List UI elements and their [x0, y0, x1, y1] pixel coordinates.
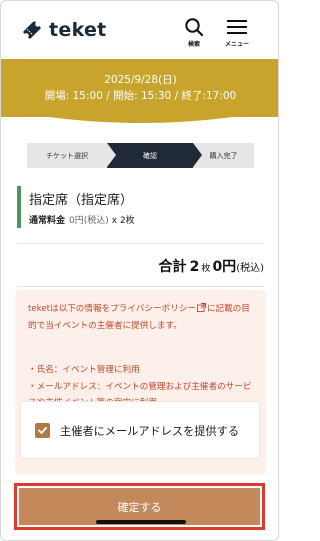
total-count-unit: 枚	[201, 264, 211, 274]
total-count: 2	[189, 259, 200, 275]
checkmark-icon	[38, 427, 47, 434]
divider	[17, 243, 264, 244]
total-label: 合計	[158, 259, 187, 275]
unit-price: 0円(税込)	[69, 216, 109, 226]
privacy-notice-text: teketは以下の情報をプライバシーポリシー に記載の目的で当イベントの主催者に提…	[28, 301, 256, 334]
order-total: 合計 2 枚 0円(税込)	[158, 256, 264, 276]
ticket-logo-icon	[23, 21, 41, 39]
search-label: 検索	[187, 41, 200, 48]
ticket-quantity: x 2枚	[111, 216, 135, 226]
total-amount: 0円	[212, 259, 237, 275]
teket-logo[interactable]: teket	[21, 19, 107, 41]
step-complete: 購入完了	[193, 143, 254, 168]
privacy-policy-link[interactable]: プライバシーポリシー	[110, 304, 196, 314]
step-arrow	[107, 143, 116, 167]
consent-label: 主催者にメールアドレスを提供する	[60, 425, 240, 438]
event-date: 2025/9/28(日)	[104, 74, 177, 86]
notice-item-name: ・氏名：イベント管理に利用	[28, 365, 140, 375]
divider	[17, 286, 264, 287]
step-confirm: 確認	[107, 143, 193, 168]
menu-button[interactable]: メニュー	[225, 17, 249, 48]
step-arrow	[193, 143, 202, 167]
notice-text-before-link: teketは以下の情報を	[28, 304, 111, 314]
purchase-steps: チケット選択 確認 購入完了	[27, 143, 254, 168]
external-link-icon	[196, 303, 206, 312]
phone-frame: teket 検索 メニュー 2025/9/28(日) 開場: 15:00 / 開…	[0, 0, 279, 541]
home-indicator	[96, 520, 186, 524]
seat-accent-bar	[17, 186, 21, 228]
total-tax: (税込)	[236, 263, 264, 274]
seat-summary: 指定席（指定席） 通常料金 0円(税込) x 2枚	[17, 186, 257, 228]
banner-curve	[1, 101, 278, 123]
consent-checkbox[interactable]	[35, 423, 50, 438]
search-icon	[185, 18, 204, 37]
email-consent[interactable]: 主催者にメールアドレスを提供する	[20, 401, 260, 459]
app-header: teket 検索 メニュー	[1, 1, 278, 59]
search-button[interactable]: 検索	[184, 17, 204, 48]
seat-name: 指定席（指定席）	[29, 193, 134, 208]
seat-price-line: 通常料金 0円(税込) x 2枚	[29, 213, 135, 226]
hamburger-menu-icon	[227, 20, 247, 34]
logo-text: teket	[49, 19, 107, 41]
price-kind: 通常料金	[29, 216, 66, 226]
step-ticket-selection: チケット選択	[27, 143, 107, 168]
menu-label: メニュー	[225, 41, 250, 48]
